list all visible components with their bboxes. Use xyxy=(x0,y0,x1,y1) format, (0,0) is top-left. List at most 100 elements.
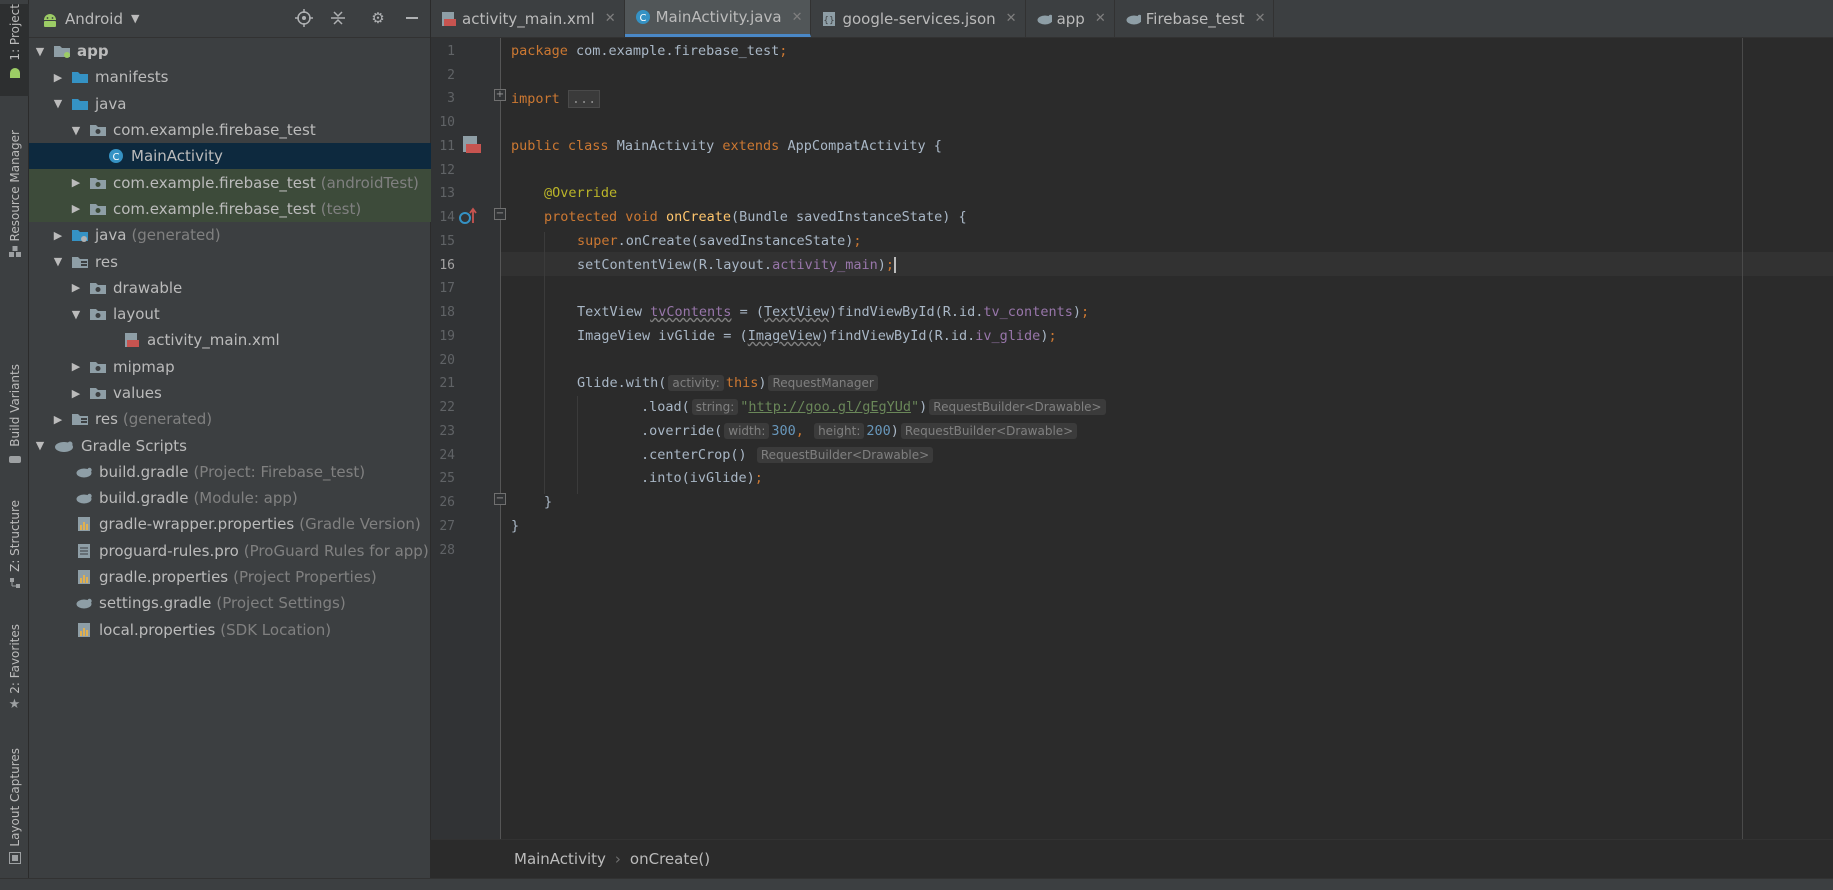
tree-item-layout[interactable]: ▼ layout xyxy=(29,301,431,327)
star-icon: ★ xyxy=(8,697,21,713)
line-number: 2 xyxy=(447,68,455,83)
tree-item-res[interactable]: ▼ res xyxy=(29,248,431,274)
tree-item-java-generated[interactable]: ▶ java (generated) xyxy=(29,222,431,248)
editor-area: activity_main.xml ✕ C MainActivity.java … xyxy=(431,0,1833,878)
collapsed-arrow-icon[interactable]: ▶ xyxy=(69,387,83,400)
breadcrumb-item-class[interactable]: MainActivity xyxy=(514,850,606,868)
expanded-arrow-icon[interactable]: ▼ xyxy=(69,308,83,321)
tab-google-services-json[interactable]: {} google-services.json ✕ xyxy=(811,0,1026,37)
line-number: 19 xyxy=(439,329,455,344)
collapsed-arrow-icon[interactable]: ▶ xyxy=(69,360,83,373)
collapsed-arrow-icon[interactable]: ▶ xyxy=(69,281,83,294)
expanded-arrow-icon[interactable]: ▼ xyxy=(51,255,65,268)
gradle-icon xyxy=(1036,11,1052,27)
tree-item-suffix: (generated) xyxy=(131,226,221,245)
svg-text:{}: {} xyxy=(824,16,835,26)
tree-item-label: build.gradle xyxy=(99,462,189,481)
expanded-arrow-icon[interactable]: ▼ xyxy=(69,124,83,137)
close-icon[interactable]: ✕ xyxy=(605,11,616,26)
project-tree: ▼ app ▶ manifests ▼ java ▼ com.example.f… xyxy=(29,38,431,643)
close-icon[interactable]: ✕ xyxy=(1006,11,1017,26)
folded-imports[interactable]: ... xyxy=(567,90,601,108)
code-line-3: import ... xyxy=(511,90,601,108)
chevron-right-icon: › xyxy=(614,850,621,868)
gear-icon[interactable]: ⚙ xyxy=(368,8,388,28)
tree-item-package-test[interactable]: ▶ com.example.firebase_test (test) xyxy=(29,195,431,223)
tree-item-activity-main-xml[interactable]: activity_main.xml xyxy=(29,327,431,353)
tree-item-manifests[interactable]: ▶ manifests xyxy=(29,64,431,90)
locate-icon[interactable] xyxy=(294,8,314,28)
line-number: 14 xyxy=(439,210,455,225)
tree-item-proguard-rules[interactable]: proguard-rules.pro (ProGuard Rules for a… xyxy=(29,538,431,564)
text-cursor xyxy=(894,257,897,273)
override-method-icon[interactable] xyxy=(458,205,480,227)
tree-item-drawable[interactable]: ▶ drawable xyxy=(29,275,431,301)
tree-item-label: app xyxy=(77,42,109,61)
close-icon[interactable]: ✕ xyxy=(1255,11,1266,26)
tool-tab-layout-captures[interactable]: Layout Captures xyxy=(0,748,29,868)
collapsed-arrow-icon[interactable]: ▶ xyxy=(51,229,65,242)
tree-item-label: res xyxy=(95,252,118,271)
tree-item-gradle-scripts[interactable]: ▼ Gradle Scripts xyxy=(29,432,431,458)
tree-item-label: drawable xyxy=(113,278,183,297)
tool-tab-build-variants[interactable]: Build Variants xyxy=(0,364,29,472)
android-icon xyxy=(8,65,22,79)
tree-item-gradle-wrapper-properties[interactable]: gradle-wrapper.properties (Gradle Versio… xyxy=(29,511,431,537)
tree-item-gradle-properties[interactable]: gradle.properties (Project Properties) xyxy=(29,564,431,590)
tree-item-mainactivity[interactable]: C MainActivity xyxy=(29,143,431,170)
editor-gutter[interactable]: 1 2 3 10 11 12 13 14 15 16 17 18 19 20 2… xyxy=(431,38,506,839)
tab-mainactivity-java[interactable]: C MainActivity.java ✕ xyxy=(624,0,812,37)
tree-item-label: build.gradle xyxy=(99,489,189,508)
collapsed-arrow-icon[interactable]: ▶ xyxy=(51,71,65,84)
tree-item-build-gradle-module[interactable]: build.gradle (Module: app) xyxy=(29,485,431,511)
url-link[interactable]: http://goo.gl/gEgYUd xyxy=(748,399,911,415)
project-view-selector[interactable]: Android xyxy=(65,10,123,28)
tab-firebase-test-gradle[interactable]: Firebase_test ✕ xyxy=(1115,0,1275,37)
tree-item-local-properties[interactable]: local.properties (SDK Location) xyxy=(29,617,431,643)
param-hint: activity: xyxy=(668,375,724,391)
editor-tabs: activity_main.xml ✕ C MainActivity.java … xyxy=(431,0,1833,38)
tree-item-java[interactable]: ▼ java xyxy=(29,91,431,117)
close-icon[interactable]: ✕ xyxy=(792,10,803,25)
package-folder-icon xyxy=(89,280,107,296)
code-editor[interactable]: package com.example.firebase_test; impor… xyxy=(501,38,1833,839)
tool-tab-favorites[interactable]: 2: Favorites ★ xyxy=(0,624,29,720)
package-folder-icon xyxy=(89,201,107,217)
tool-tab-project[interactable]: 1: Project xyxy=(0,4,29,96)
tool-tab-structure[interactable]: Z: Structure xyxy=(0,500,29,592)
code-line-19: ImageView ivGlide = (ImageView)findViewB… xyxy=(577,328,1057,344)
tree-item-values[interactable]: ▶ values xyxy=(29,380,431,406)
tree-item-suffix: (test) xyxy=(320,199,362,218)
collapsed-arrow-icon[interactable]: ▶ xyxy=(69,202,83,215)
tool-tab-resource-manager[interactable]: Resource Manager xyxy=(0,130,29,265)
tab-app-gradle[interactable]: app ✕ xyxy=(1026,0,1115,37)
type-hint: RequestBuilder<Drawable> xyxy=(900,423,1078,439)
expanded-arrow-icon[interactable]: ▼ xyxy=(51,97,65,110)
tree-item-package-androidtest[interactable]: ▶ com.example.firebase_test (androidTest… xyxy=(29,169,431,196)
tool-tab-label: Resource Manager xyxy=(7,130,22,242)
tree-item-settings-gradle[interactable]: settings.gradle (Project Settings) xyxy=(29,590,431,616)
code-line-25: .into(ivGlide); xyxy=(641,470,763,486)
collapse-all-icon[interactable] xyxy=(328,8,348,28)
tree-item-res-generated[interactable]: ▶ res (generated) xyxy=(29,406,431,432)
tab-activity-main-xml[interactable]: activity_main.xml ✕ xyxy=(431,0,625,37)
code-line-22: .load(string: "http://goo.gl/gEgYUd") Requ… xyxy=(641,399,1108,415)
chevron-down-icon[interactable]: ▼ xyxy=(131,12,139,25)
collapsed-arrow-icon[interactable]: ▶ xyxy=(51,413,65,426)
xml-layout-gutter-icon[interactable] xyxy=(461,134,483,156)
expanded-arrow-icon[interactable]: ▼ xyxy=(33,439,47,452)
project-panel: Android ▼ ⚙ ▼ app ▶ manifests ▼ java ▼ c… xyxy=(29,0,431,878)
collapsed-arrow-icon[interactable]: ▶ xyxy=(69,176,83,189)
close-icon[interactable]: ✕ xyxy=(1095,11,1106,26)
tree-item-mipmap[interactable]: ▶ mipmap xyxy=(29,354,431,380)
xml-file-icon xyxy=(441,11,457,27)
xml-file-icon xyxy=(123,332,141,348)
tree-item-package[interactable]: ▼ com.example.firebase_test xyxy=(29,117,431,143)
breadcrumb-item-method[interactable]: onCreate() xyxy=(630,850,710,868)
tree-item-app[interactable]: ▼ app xyxy=(29,38,431,64)
param-hint: width: xyxy=(724,423,770,439)
code-line-16: setContentView(R.layout.activity_main); xyxy=(577,257,897,273)
tree-item-build-gradle-project[interactable]: build.gradle (Project: Firebase_test) xyxy=(29,459,431,485)
minimize-icon[interactable] xyxy=(402,8,422,28)
expanded-arrow-icon[interactable]: ▼ xyxy=(33,45,47,58)
